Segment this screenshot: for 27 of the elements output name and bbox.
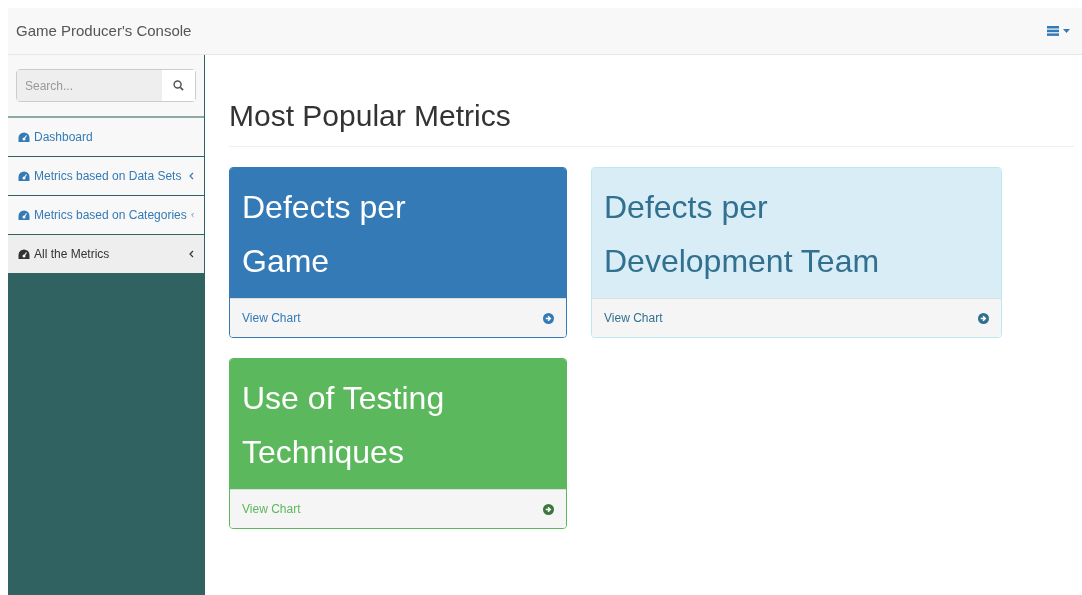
view-chart-link[interactable]: View Chart: [230, 489, 566, 528]
chevron-left-icon: [189, 250, 194, 258]
search-icon: [173, 80, 184, 91]
search-field[interactable]: Search...: [16, 69, 196, 102]
dashboard-icon: [18, 209, 30, 221]
sidebar-item[interactable]: All the Metrics: [8, 235, 204, 274]
dashboard-icon: [18, 248, 30, 260]
view-chart-link[interactable]: View Chart: [592, 298, 1001, 337]
caret-icon: [1063, 29, 1070, 33]
card-title: Defects per Game: [242, 188, 407, 281]
chevron-left-icon: [190, 211, 194, 219]
sidebar-item[interactable]: Dashboard: [8, 118, 204, 157]
page-title: Most Popular Metrics: [229, 93, 1074, 147]
dashboard-icon: [18, 131, 30, 143]
chevron-left-icon: [189, 172, 194, 180]
view-chart-link[interactable]: View Chart: [230, 298, 566, 337]
arrow-right-icon: [543, 503, 554, 515]
card-title: Use of Testing Techniques: [242, 379, 446, 472]
list-icon: [1047, 26, 1059, 36]
sidebar-item[interactable]: Metrics based on Categories: [8, 196, 204, 235]
search-button[interactable]: [162, 70, 195, 101]
brand-title: Game Producer's Console: [16, 20, 192, 41]
arrow-right-icon: [978, 312, 989, 324]
sidebar-item[interactable]: Metrics based on Data Sets: [8, 157, 204, 196]
arrow-right-icon: [543, 312, 554, 324]
dashboard-icon: [18, 170, 30, 182]
card-title: Defects per Development Team: [604, 188, 881, 281]
